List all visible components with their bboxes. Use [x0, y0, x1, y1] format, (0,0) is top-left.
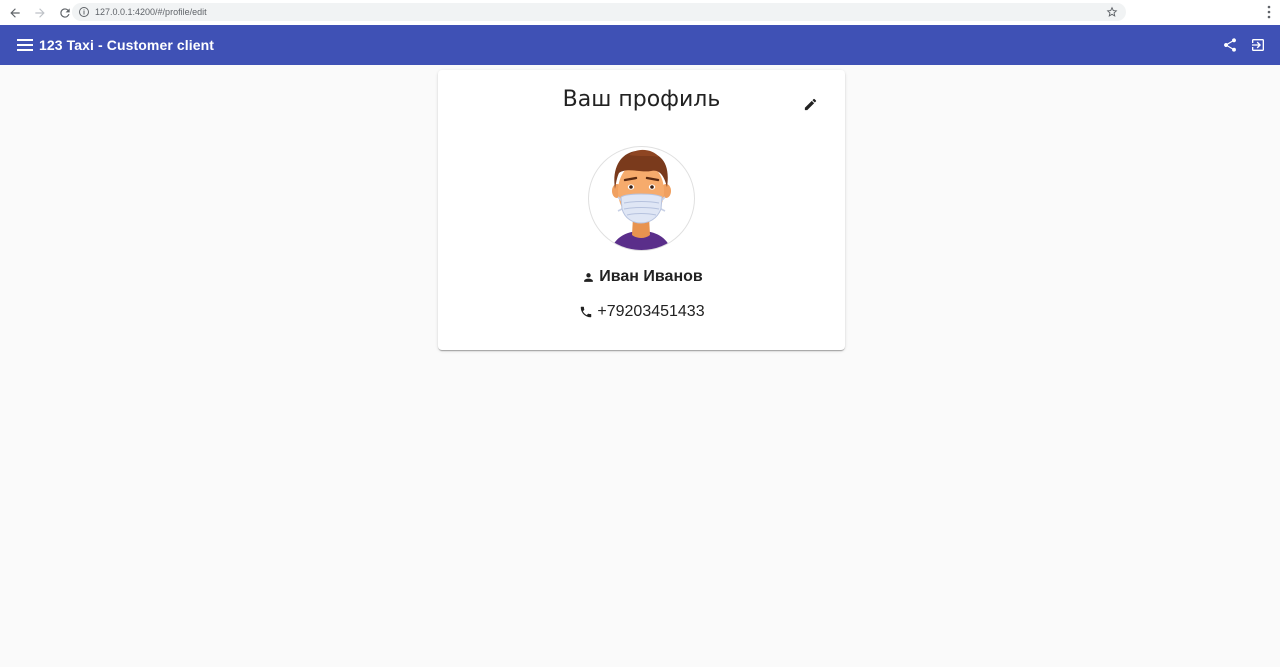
forward-icon[interactable] — [29, 2, 51, 24]
back-icon[interactable] — [4, 2, 26, 24]
address-bar[interactable]: 127.0.0.1:4200/#/profile/edit — [72, 3, 1126, 21]
profile-card: Ваш профиль Иван Иванов +79203451433 — [438, 70, 845, 350]
browser-menu-icon[interactable] — [1266, 5, 1272, 19]
app-toolbar: 123 Taxi - Customer client — [0, 25, 1280, 65]
bookmark-star-icon[interactable] — [1106, 6, 1118, 18]
browser-toolbar: 127.0.0.1:4200/#/profile/edit — [0, 0, 1280, 25]
page-title: Ваш профиль — [562, 87, 721, 112]
url-text: 127.0.0.1:4200/#/profile/edit — [95, 7, 207, 17]
logout-icon[interactable] — [1246, 33, 1270, 57]
profile-phone: +79203451433 — [597, 303, 705, 320]
share-icon[interactable] — [1218, 33, 1242, 57]
person-icon — [580, 269, 596, 285]
app-title: 123 Taxi - Customer client — [39, 37, 215, 53]
phone-icon — [578, 304, 594, 320]
avatar — [588, 146, 695, 251]
info-icon[interactable] — [78, 6, 90, 18]
profile-phone-row: +79203451433 — [438, 303, 845, 321]
profile-name: Иван Иванов — [599, 268, 703, 285]
edit-icon[interactable] — [798, 92, 822, 116]
profile-name-row: Иван Иванов — [438, 268, 845, 286]
menu-icon[interactable] — [13, 33, 37, 57]
